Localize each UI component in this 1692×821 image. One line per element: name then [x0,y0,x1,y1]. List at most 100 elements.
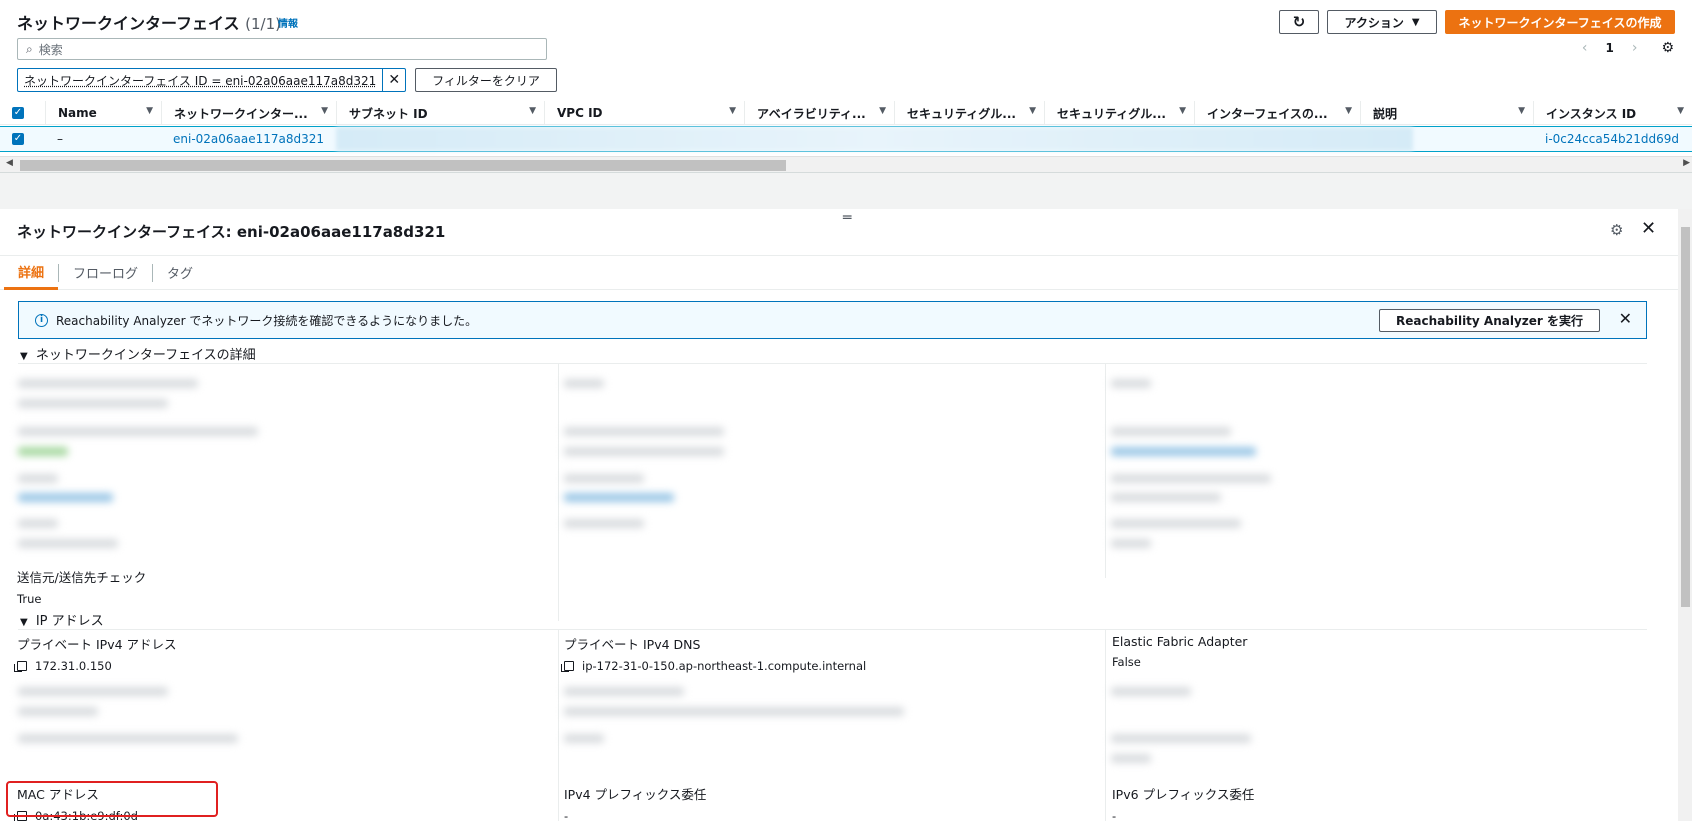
column-label: インターフェイスの... [1207,106,1328,121]
sort-caret-icon: ▼ [729,106,736,116]
item-count: (1/1) [245,15,281,33]
split-gap [0,172,1692,209]
detail-panel: ネットワークインターフェイス: eni-02a06aae117a8d321 ⚙ … [0,209,1678,821]
panel-title: ネットワークインターフェイス: eni-02a06aae117a8d321 [17,223,446,241]
tab-tags[interactable]: タグ [153,255,207,290]
create-network-interface-button[interactable]: ネットワークインターフェイスの作成 [1445,10,1675,34]
copy-icon[interactable] [14,661,27,672]
tab-flow-logs[interactable]: フローログ [59,255,152,290]
column-label: セキュリティグル... [1057,106,1166,121]
chevron-left-icon[interactable]: ‹ [1582,40,1588,56]
section-interface-details[interactable]: ▼ ネットワークインターフェイスの詳細 [20,344,256,363]
section-ip-addresses[interactable]: ▼ IP アドレス [20,610,104,629]
settings-gear-icon[interactable]: ⚙ [1661,40,1674,56]
column-header-description[interactable]: 説明 ▼ [1360,101,1533,125]
column-header-eni[interactable]: ネットワークインター... ▼ [161,101,336,125]
field-value: ip-172-31-0-150.ap-northeast-1.compute.i… [582,659,867,673]
clear-filter-label: フィルターをクリア [432,73,540,88]
sort-caret-icon: ▼ [1345,106,1352,116]
section-title: ネットワークインターフェイスの詳細 [35,348,256,363]
horizontal-scrollbar[interactable]: ◀ ▶ [0,156,1692,172]
filter-token[interactable]: ネットワークインターフェイス ID = eni-02a06aae117a8d32… [17,68,407,92]
field-value: True [17,592,42,606]
checkbox-checked-icon: ✓ [12,133,24,145]
redacted-ip-details [14,679,1654,774]
column-label: インスタンス ID [1546,106,1637,121]
field-label: プライベート IPv4 アドレス [17,637,177,652]
field-label: 送信元/送信先チェック [17,570,147,585]
column-header-az[interactable]: アベイラビリティ... ▼ [744,101,894,125]
field-label: プライベート IPv4 DNS [564,637,701,652]
table-header: ✓ Name ▼ ネットワークインター... ▼ サブネット ID ▼ VPC ID ▼… [0,101,1692,125]
panel-settings-gear-icon[interactable]: ⚙ [1610,221,1623,239]
column-header-sg2[interactable]: セキュリティグル... ▼ [1044,101,1194,125]
resize-handle-icon[interactable]: ═ [843,210,851,226]
checkbox-checked-icon: ✓ [12,107,24,119]
create-label: ネットワークインターフェイスの作成 [1458,15,1662,30]
search-icon: ⌕ [26,41,33,56]
row-instance-link[interactable]: i-0c24cca54b21dd69d [1533,127,1692,151]
scrollbar-thumb[interactable] [1681,227,1690,607]
column-label: ネットワークインター... [174,106,308,121]
run-reachability-analyzer-button[interactable]: Reachability Analyzer を実行 [1379,309,1600,332]
page-title-text: ネットワークインターフェイス [17,14,240,33]
clear-filter-button[interactable]: フィルターをクリア [415,68,557,92]
field-label: IPv6 プレフィックス委任 [1112,787,1255,802]
field-value: False [1112,655,1141,669]
divider [18,629,1647,630]
sort-caret-icon: ▼ [1179,106,1186,116]
divider [18,363,1647,364]
caret-down-icon: ▼ [20,617,28,628]
refresh-button[interactable]: ↻ [1279,10,1319,34]
alert-button-label: Reachability Analyzer を実行 [1396,314,1583,328]
scroll-left-icon[interactable]: ◀ [6,158,13,168]
caret-down-icon: ▼ [1411,16,1420,28]
section-title: IP アドレス [35,614,104,629]
sort-caret-icon: ▼ [146,106,153,116]
page-title: ネットワークインターフェイス (1/1) [17,10,281,34]
private-ipv4-dns: プライベート IPv4 DNS ip-172-31-0-150.ap-north… [561,634,867,673]
page-number[interactable]: 1 [1605,41,1613,55]
app-root: ネットワークインターフェイス (1/1) 情報 ↻ アクション ▼ ネットワーク… [0,0,1692,821]
row-redacted-cells [336,127,1413,151]
row-checkbox[interactable]: ✓ [0,127,45,151]
remove-filter-icon[interactable]: ✕ [383,69,405,91]
actions-button[interactable]: アクション ▼ [1327,10,1437,34]
refresh-icon: ↻ [1292,13,1306,31]
scroll-right-icon[interactable]: ▶ [1683,158,1690,168]
ipv6-prefix-delegation: IPv6 プレフィックス委任 - [1112,784,1254,821]
info-alert: i Reachability Analyzer でネットワーク接続を確認できるよ… [18,301,1647,339]
column-label: Name [58,106,97,120]
column-label: セキュリティグル... [907,106,1016,121]
panel-close-icon[interactable]: ✕ [1641,218,1656,239]
column-header-interface-type[interactable]: インターフェイスの... ▼ [1194,101,1360,125]
filter-token-text: ネットワークインターフェイス ID = eni-02a06aae117a8d32… [18,69,384,91]
mac-address-highlight [6,781,218,817]
tab-details[interactable]: 詳細 [4,255,59,290]
column-label: アベイラビリティ... [757,106,866,121]
column-header-name[interactable]: Name ▼ [45,101,161,125]
search-placeholder: 検索 [38,42,63,57]
field-label: IPv4 プレフィックス委任 [564,787,707,802]
column-header-vpc[interactable]: VPC ID ▼ [544,101,744,125]
copy-icon[interactable] [561,661,574,672]
info-link[interactable]: 情報 [278,15,298,30]
dismiss-alert-icon[interactable]: ✕ [1619,309,1632,328]
elastic-fabric-adapter: Elastic Fabric Adapter False [1112,634,1247,669]
pagination: ‹ 1 › ⚙ [1582,40,1674,56]
scrollbar-thumb[interactable] [20,160,786,171]
column-header-sg1[interactable]: セキュリティグル... ▼ [894,101,1044,125]
select-all-checkbox[interactable]: ✓ [0,101,45,125]
ipv4-prefix-delegation: IPv4 プレフィックス委任 - [564,784,706,821]
table-row[interactable]: ✓ – eni-02a06aae117a8d321 i-0c24cca54b21… [0,126,1692,152]
vertical-scrollbar[interactable] [1678,209,1692,821]
row-eni-link[interactable]: eni-02a06aae117a8d321 [161,127,336,151]
chevron-right-icon[interactable]: › [1632,40,1638,56]
tab-bar: 詳細 フローログ タグ [0,255,1678,290]
search-input[interactable]: ⌕ 検索 [17,38,547,60]
column-header-instance[interactable]: インスタンス ID ▼ [1533,101,1692,125]
redacted-details [14,369,1654,569]
column-header-subnet[interactable]: サブネット ID ▼ [336,101,544,125]
actions-label: アクション [1344,15,1404,30]
sort-caret-icon: ▼ [879,106,886,116]
